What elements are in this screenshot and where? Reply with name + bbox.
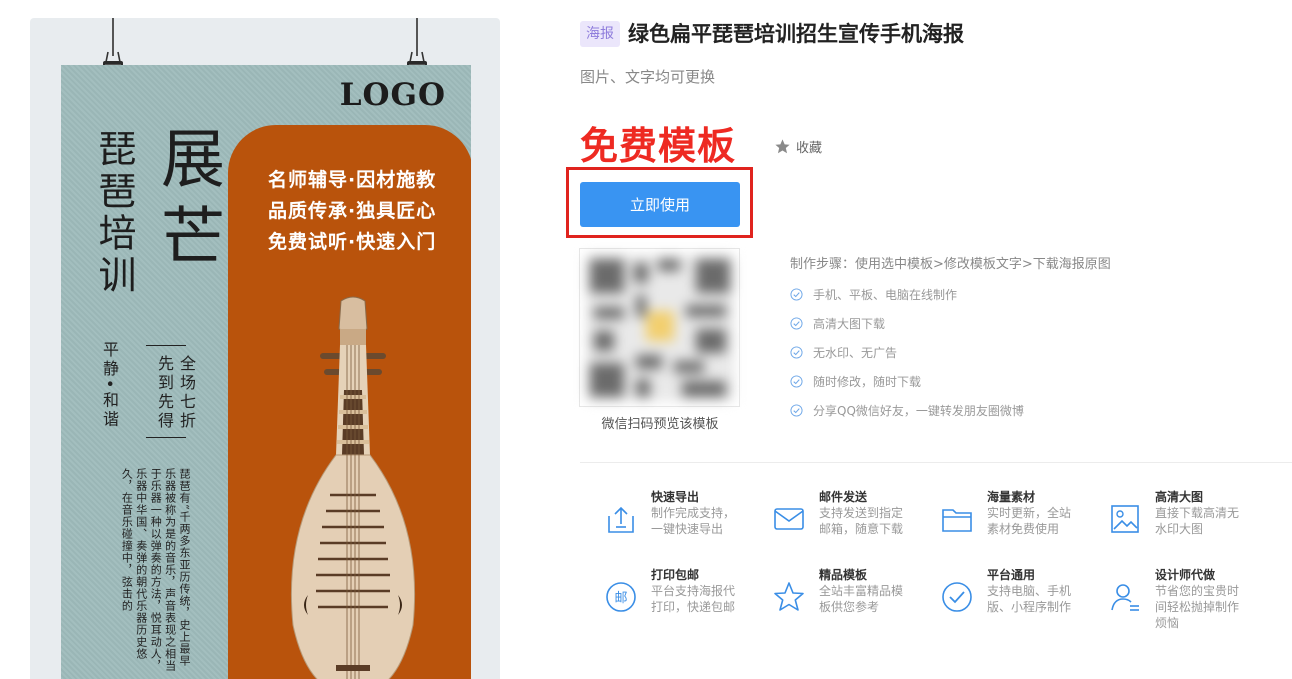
feature-item: 高清大图 直接下载高清无水印大图 xyxy=(1108,488,1268,554)
feature-title: 高清大图 xyxy=(1155,490,1204,504)
poster-preview-panel: LOGO 琵琶培训 展芒 平静•和谐 先到先得 全场七折 琵琶有“千两多东亚历传… xyxy=(30,18,500,679)
list-item-label: 无水印、无广告 xyxy=(813,346,898,360)
check-circle-icon xyxy=(790,404,803,417)
qr-caption: 微信扫码预览该模板 xyxy=(601,417,719,432)
star-icon xyxy=(775,139,790,154)
feature-desc: 实时更新，全站素材免费使用 xyxy=(987,506,1072,536)
feature-desc: 全站丰富精品模板供您参考 xyxy=(819,584,904,614)
designer-icon xyxy=(1111,584,1139,611)
pipa-instrument-icon xyxy=(290,296,416,679)
list-item-label: 高清大图下载 xyxy=(813,317,886,331)
poster-subtitle-left: 平静•和谐 xyxy=(100,341,119,430)
poster-image[interactable]: LOGO 琵琶培训 展芒 平静•和谐 先到先得 全场七折 琵琶有“千两多东亚历传… xyxy=(61,65,471,679)
favorite-label: 收藏 xyxy=(796,141,823,156)
feature-item: 海量素材 实时更新，全站素材免费使用 xyxy=(940,488,1100,554)
section-divider xyxy=(580,462,1292,463)
page-title: 绿色扁平琵琶培训招生宣传手机海报 xyxy=(628,22,964,46)
feature-title: 精品模板 xyxy=(819,568,868,582)
check-circle-icon xyxy=(942,582,972,612)
list-item: 高清大图下载 xyxy=(790,309,1024,338)
feature-title: 海量素材 xyxy=(987,490,1036,504)
feature-title: 邮件发送 xyxy=(819,490,868,504)
feature-desc: 直接下载高清无水印大图 xyxy=(1155,506,1240,536)
poster-subtitle-right: 全场七折 xyxy=(177,355,196,431)
list-item: 分享QQ微信好友，一键转发朋友圈微博 xyxy=(790,396,1024,425)
use-now-button[interactable]: 立即使用 xyxy=(580,182,740,227)
check-circle-icon xyxy=(790,346,803,359)
poster-title-small: 琵琶培训 xyxy=(92,129,136,297)
feature-desc: 制作完成支持，一键快速导出 xyxy=(651,506,736,536)
feature-item: 设计师代做 节省您的宝贵时间轻松抛掉制作烦恼 xyxy=(1108,566,1268,632)
list-item-label: 分享QQ微信好友，一键转发朋友圈微博 xyxy=(813,404,1024,418)
list-item-label: 随时修改，随时下载 xyxy=(813,375,922,389)
image-icon xyxy=(1111,505,1139,533)
poster-slogan: 免费试听·快速入门 xyxy=(268,231,437,253)
divider xyxy=(146,437,186,438)
feature-title: 打印包邮 xyxy=(651,568,700,582)
poster-logo: LOGO xyxy=(339,77,446,113)
list-item-label: 手机、平板、电脑在线制作 xyxy=(813,288,958,302)
feature-item: 邮件发送 支持发送到指定邮箱，随意下载 xyxy=(772,488,932,554)
feature-check-list: 手机、平板、电脑在线制作 高清大图下载 无水印、无广告 随时修改，随时下载 分享… xyxy=(790,280,1024,425)
qr-code-image xyxy=(586,255,734,401)
list-item: 随时修改，随时下载 xyxy=(790,367,1024,396)
export-icon xyxy=(608,506,634,533)
check-circle-icon xyxy=(790,317,803,330)
svg-text:邮: 邮 xyxy=(614,591,627,606)
feature-title: 设计师代做 xyxy=(1155,568,1216,582)
poster-body-text: 琵琶有“千两多东亚历传统，史上最早乐器被称为是的音乐，声音表现之相当于乐器一种以… xyxy=(120,468,191,672)
folder-icon xyxy=(942,509,972,532)
steps-title: 制作步骤：使用选中模板>修改模板文字>下载海报原图 xyxy=(790,257,1111,272)
type-badge: 海报 xyxy=(580,21,620,47)
feature-item: 平台通用 支持电脑、手机版、小程序制作 xyxy=(940,566,1100,632)
divider xyxy=(146,345,186,346)
star-icon xyxy=(774,582,804,611)
check-circle-icon xyxy=(790,288,803,301)
feature-item: 快速导出 制作完成支持，一键快速导出 xyxy=(604,488,764,554)
feature-item: 精品模板 全站丰富精品模板供您参考 xyxy=(772,566,932,632)
post-icon: 邮 xyxy=(606,582,636,612)
feature-title: 平台通用 xyxy=(987,568,1036,582)
poster-subtitle-right: 先到先得 xyxy=(155,355,174,431)
page-subtitle: 图片、文字均可更换 xyxy=(580,68,716,86)
favorite-button[interactable]: 收藏 xyxy=(774,137,822,156)
feature-desc: 支持电脑、手机版、小程序制作 xyxy=(987,584,1072,614)
mail-icon xyxy=(774,508,804,530)
feature-desc: 节省您的宝贵时间轻松抛掉制作烦恼 xyxy=(1155,584,1240,630)
feature-title: 快速导出 xyxy=(651,490,700,504)
poster-orange-card: 名师辅导·因材施教 品质传承·独具匠心 免费试听·快速入门 xyxy=(228,125,471,679)
list-item: 手机、平板、电脑在线制作 xyxy=(790,280,1024,309)
feature-desc: 支持发送到指定邮箱，随意下载 xyxy=(819,506,904,536)
list-item: 无水印、无广告 xyxy=(790,338,1024,367)
poster-slogan: 品质传承·独具匠心 xyxy=(268,200,437,222)
price-label: 免费模板 xyxy=(580,124,737,168)
check-circle-icon xyxy=(790,375,803,388)
feature-desc: 平台支持海报代打印，快递包邮 xyxy=(651,584,736,614)
poster-title-big: 展芒 xyxy=(150,125,224,281)
poster-slogan: 名师辅导·因材施教 xyxy=(268,169,437,191)
feature-item: 邮 打印包邮 平台支持海报代打印，快递包邮 xyxy=(604,566,764,632)
qr-code xyxy=(579,248,740,407)
